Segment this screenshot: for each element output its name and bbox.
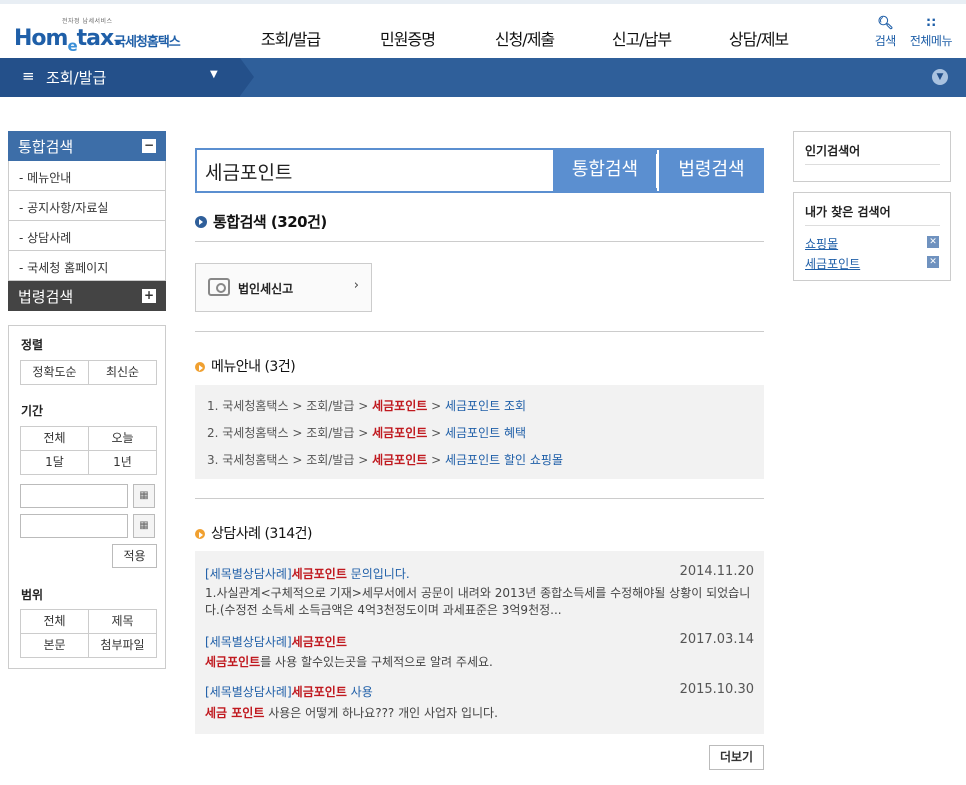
grid-icon: ∷ (926, 16, 936, 31)
period-1year-button[interactable]: 1년 (89, 451, 157, 475)
case-date: 2015.10.30 (679, 682, 754, 697)
hamburger-icon: ≡ (22, 67, 35, 85)
results-total-title: 통합검색 (320건) (195, 211, 327, 232)
case-snippet: 세금포인트를 사용 할수있는곳을 구체적으로 알려 주세요. (205, 655, 493, 669)
nav-certificates[interactable]: 민원증명 (349, 26, 466, 50)
period-1month-button[interactable]: 1달 (21, 451, 89, 475)
scope-title-button[interactable]: 제목 (89, 610, 157, 634)
nav-report-pay[interactable]: 신고/납부 (583, 26, 700, 50)
all-menu-button[interactable]: ∷ 전체메뉴 (910, 16, 953, 49)
case-title-link[interactable]: [세목별상담사례]세금포인트 문의입니다. (205, 565, 410, 582)
close-icon[interactable]: ✕ (927, 256, 939, 268)
header-utilities: 🔍︎ 검색 ∷ 전체메뉴 (875, 16, 953, 49)
caret-down-icon: ▼ (210, 69, 218, 80)
scope-title: 범위 (21, 588, 44, 602)
start-date-input[interactable] (20, 484, 128, 508)
divider (805, 225, 940, 226)
period-title: 기간 (21, 404, 44, 418)
case-date: 2017.03.14 (679, 632, 754, 647)
sidebar-item-menu-guide[interactable]: - 메뉴안내 (8, 161, 166, 191)
menu-guide-title: 메뉴안내 (3건) (195, 356, 296, 376)
scope-attachment-button[interactable]: 첨부파일 (89, 634, 157, 658)
my-keywords-panel: 내가 찾은 검색어 쇼핑몰 ✕ 세금포인트 ✕ (793, 192, 951, 281)
sort-latest-button[interactable]: 최신순 (89, 361, 157, 385)
calendar-icon[interactable]: ▦ (133, 514, 155, 538)
search-bar: 통합검색 법령검색 (195, 148, 764, 193)
nav-apply-submit[interactable]: 신청/제출 (466, 26, 583, 50)
sidebar-item-consult-cases[interactable]: - 상담사례 (8, 221, 166, 251)
consult-cases-title: 상담사례 (314건) (195, 523, 313, 543)
consult-case-results: [세목별상담사례]세금포인트 문의입니다. 2014.11.20 1.사실관계<… (195, 551, 764, 734)
menu-guide-results: 1. 국세청홈택스 > 조회/발급 > 세금포인트 > 세금포인트 조회 2. … (195, 385, 764, 479)
more-button[interactable]: 더보기 (709, 745, 764, 770)
apply-button[interactable]: 적용 (112, 544, 157, 568)
divider (195, 241, 764, 242)
nav-consult-report[interactable]: 상담/제보 (700, 26, 817, 50)
location-label: 조회/발급 (46, 69, 107, 87)
location-current[interactable]: ≡ 조회/발급 ▼ (0, 58, 254, 97)
hometax-logo[interactable]: 전자정 납세서비스 Hometax. 국세청홈택스 (10, 14, 190, 55)
close-icon[interactable]: ✕ (927, 236, 939, 248)
site-header: 전자정 납세서비스 Hometax. 국세청홈택스 조회/발급 민원증명 신청/… (0, 0, 966, 58)
my-keyword-link[interactable]: 쇼핑몰 (805, 235, 838, 252)
list-item[interactable]: 1. 국세청홈택스 > 조회/발급 > 세금포인트 > 세금포인트 조회 (207, 397, 526, 414)
chevron-down-icon[interactable]: ▼ (932, 69, 948, 85)
search-sidebar: 통합검색 − - 메뉴안내 - 공지사항/자료실 - 상담사례 - 국세청 홈페… (8, 131, 166, 311)
monitor-user-icon (208, 278, 230, 296)
search-input[interactable] (205, 158, 545, 184)
case-date: 2014.11.20 (679, 564, 754, 579)
bullet-arrow-icon (195, 362, 205, 372)
divider (805, 164, 940, 165)
search-button-divider (656, 154, 658, 188)
integrated-search-button[interactable]: 통합검색 (553, 148, 657, 193)
case-title-link[interactable]: [세목별상담사례]세금포인트 사용 (205, 683, 373, 700)
location-bar: ≡ 조회/발급 ▼ ▼ (0, 58, 966, 97)
my-keyword-link[interactable]: 세금포인트 (805, 255, 860, 272)
logo-tagline: 전자정 납세서비스 (62, 18, 113, 25)
divider (195, 498, 764, 499)
law-search-button[interactable]: 법령검색 (659, 148, 764, 193)
divider (195, 331, 764, 332)
chevron-right-icon: › (353, 278, 359, 293)
header-search-button[interactable]: 🔍︎ 검색 (875, 16, 897, 49)
shortcut-label: 법인세신고 (238, 282, 294, 296)
logo-korean-text: 국세청홈택스 (114, 35, 181, 50)
search-filter-panel: 정렬 정확도순 최신순 기간 전체 오늘 1달 1년 ▦ ▦ 적용 범위 전체 … (8, 325, 166, 669)
sort-options: 정확도순 최신순 (20, 360, 157, 385)
sort-accuracy-button[interactable]: 정확도순 (21, 361, 89, 385)
sort-title: 정렬 (21, 338, 44, 352)
case-snippet: 1.사실관계<구체적으로 기재>세무서에서 공문이 내려와 2013년 종합소득… (205, 586, 751, 617)
bullet-arrow-icon (195, 529, 205, 539)
search-icon: 🔍︎ (877, 16, 894, 31)
bullet-arrow-icon (195, 216, 207, 228)
period-today-button[interactable]: 오늘 (89, 427, 157, 451)
scope-body-button[interactable]: 본문 (21, 634, 89, 658)
expand-icon[interactable]: + (142, 289, 156, 303)
sidebar-item-notices[interactable]: - 공지사항/자료실 (8, 191, 166, 221)
my-keywords-title: 내가 찾은 검색어 (805, 205, 891, 219)
period-all-button[interactable]: 전체 (21, 427, 89, 451)
popular-keywords-panel: 인기검색어 (793, 131, 951, 182)
nav-inquiry-issue[interactable]: 조회/발급 (232, 26, 349, 50)
end-date-input[interactable] (20, 514, 128, 538)
case-title-link[interactable]: [세목별상담사례]세금포인트 (205, 633, 347, 650)
case-snippet: 세금 포인트 사용은 어떻게 하나요??? 개인 사업자 입니다. (205, 706, 498, 720)
sidebar-item-nts-homepage[interactable]: - 국세청 홈페이지 (8, 251, 166, 281)
logo-hometax-text: Hometax. (14, 26, 122, 55)
scope-options: 전체 제목 본문 첨부파일 (20, 609, 157, 658)
list-item[interactable]: 2. 국세청홈택스 > 조회/발급 > 세금포인트 > 세금포인트 혜택 (207, 424, 526, 441)
global-nav: 조회/발급 민원증명 신청/제출 신고/납부 상담/제보 (232, 26, 817, 50)
period-options: 전체 오늘 1달 1년 (20, 426, 157, 475)
calendar-icon[interactable]: ▦ (133, 484, 155, 508)
collapse-icon[interactable]: − (142, 139, 156, 153)
list-item[interactable]: 3. 국세청홈택스 > 조회/발급 > 세금포인트 > 세금포인트 할인 쇼핑몰 (207, 451, 563, 468)
scope-all-button[interactable]: 전체 (21, 610, 89, 634)
popular-keywords-title: 인기검색어 (805, 144, 861, 158)
sidebar-integrated-header[interactable]: 통합검색 − (8, 131, 166, 161)
shortcut-corporate-tax-button[interactable]: 법인세신고 › (195, 263, 372, 312)
sidebar-law-header[interactable]: 법령검색 + (8, 281, 166, 311)
